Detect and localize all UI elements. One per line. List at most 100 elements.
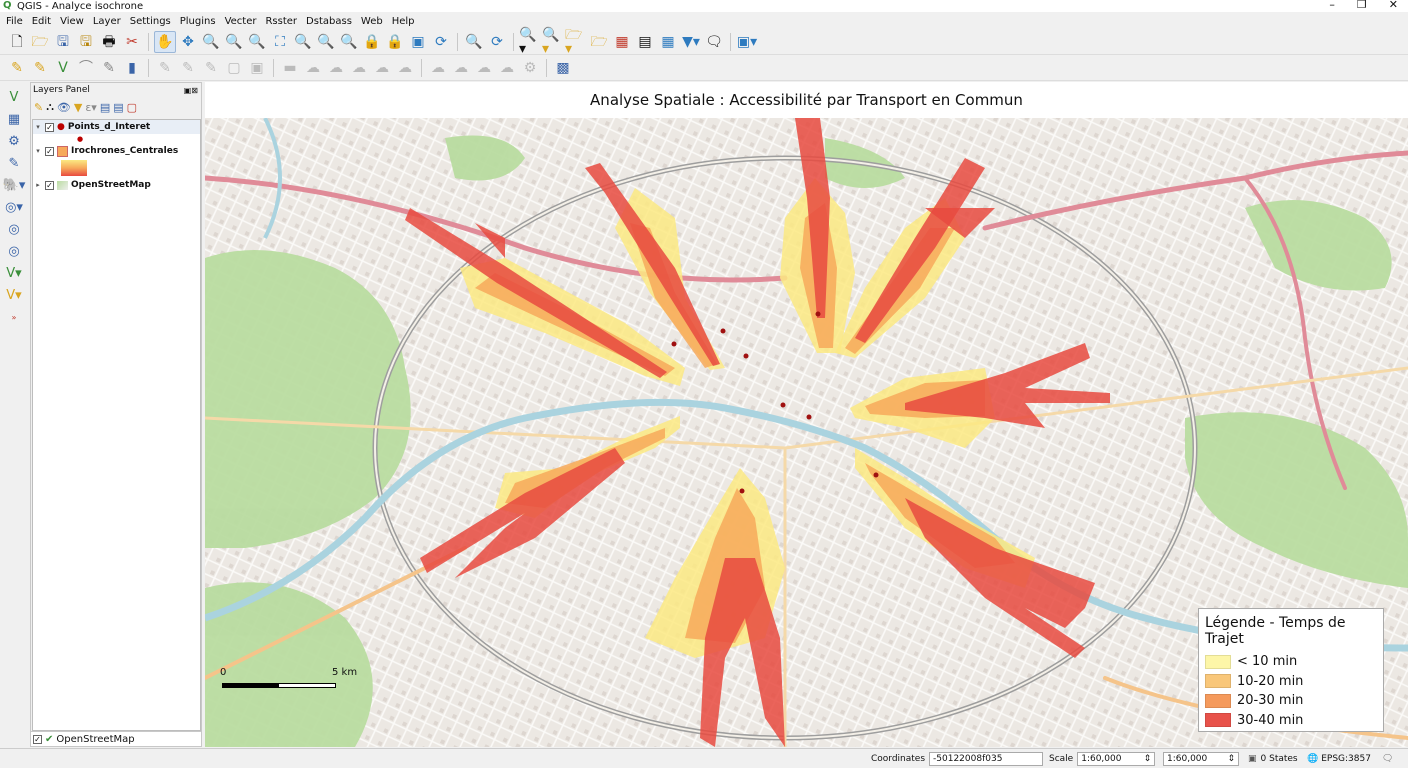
bottom-layer-tab[interactable]: ✓ ✔ OpenStreetMap bbox=[31, 731, 201, 746]
menu-help[interactable]: Help bbox=[392, 16, 415, 27]
edit-layer-icon[interactable]: ✎ bbox=[6, 57, 28, 79]
zoom-out-icon[interactable]: 🔍 bbox=[223, 31, 245, 53]
layer-visibility-checkbox[interactable]: ✓ bbox=[45, 146, 54, 156]
deselect-icon[interactable]: 🗁▾ bbox=[565, 28, 587, 56]
style-layer-icon[interactable]: ✎ bbox=[34, 101, 43, 114]
label-tool-icon[interactable]: ☁ bbox=[371, 57, 393, 79]
zoom-full-icon[interactable]: ⛶ bbox=[269, 31, 291, 53]
zoom-rubberband-icon[interactable]: 🔍 bbox=[246, 31, 268, 53]
expand-arrow-icon[interactable]: ▾ bbox=[33, 147, 43, 155]
lock-icon[interactable]: ▣ bbox=[1248, 754, 1257, 764]
layer-row-isochrones[interactable]: ▾ ✓ Irochrones_Centrales bbox=[33, 144, 200, 158]
spin-icon[interactable]: ⇕ bbox=[1144, 754, 1152, 764]
annotation-icon[interactable]: 🗨 bbox=[703, 31, 725, 53]
new-project-icon[interactable]: 🗋 bbox=[6, 31, 28, 53]
filter-expression-icon[interactable]: ε▾ bbox=[85, 101, 96, 114]
filter-icon[interactable]: ▼▾ bbox=[680, 31, 702, 53]
save-as-icon[interactable]: 🖫 bbox=[75, 31, 97, 53]
save-project-icon[interactable]: 🖫 bbox=[52, 31, 74, 53]
open-project-icon[interactable]: 🗁 bbox=[29, 31, 51, 53]
print-layout-icon[interactable]: 🖶 bbox=[98, 31, 120, 53]
expand-arrow-icon[interactable]: ▸ bbox=[33, 181, 43, 189]
crs-label[interactable]: EPSG:3857 bbox=[1321, 754, 1371, 764]
label-change-icon[interactable]: ☁ bbox=[450, 57, 472, 79]
zoom-next-icon[interactable]: 🔒 bbox=[384, 31, 406, 53]
crs-group[interactable]: 🌐 EPSG:3857 bbox=[1307, 752, 1371, 766]
messages-icon[interactable]: 🗨 bbox=[1382, 754, 1393, 764]
move-feature-icon[interactable]: ✎ bbox=[154, 57, 176, 79]
rotate-feature-icon[interactable]: ✎ bbox=[177, 57, 199, 79]
collapse-all-icon[interactable]: ▤ bbox=[113, 101, 123, 114]
close-button[interactable]: ✕ bbox=[1389, 0, 1398, 11]
menu-edit[interactable]: Edit bbox=[32, 16, 51, 27]
menu-vector[interactable]: Vecter bbox=[225, 16, 257, 27]
map-canvas[interactable]: Analyse Spatiale : Accessibilité par Tra… bbox=[205, 82, 1408, 747]
zoom-last-icon[interactable]: 🔒 bbox=[361, 31, 383, 53]
magnifier-field[interactable]: 1:60,000 ⇕ bbox=[1163, 752, 1239, 766]
refresh-alt-icon[interactable]: ⟳ bbox=[486, 31, 508, 53]
paste-features-icon[interactable]: ☁ bbox=[302, 57, 324, 79]
panel-float-close-icon[interactable]: ▣⊠ bbox=[184, 86, 198, 95]
add-postgis-icon[interactable]: 🐘▾ bbox=[2, 176, 26, 195]
layer-visibility-checkbox[interactable]: ✓ bbox=[45, 180, 54, 190]
style-manager-icon[interactable]: ✂ bbox=[121, 31, 143, 53]
label-rotate-icon[interactable]: ☁ bbox=[427, 57, 449, 79]
zoom-native-icon[interactable]: 🔍 bbox=[338, 31, 360, 53]
menu-file[interactable]: File bbox=[6, 16, 23, 27]
new-layer-icon[interactable]: V▾ bbox=[2, 286, 26, 305]
add-wms-icon[interactable]: ◎ bbox=[2, 220, 26, 239]
add-vector-layer-icon[interactable]: V bbox=[2, 88, 26, 107]
spin-icon[interactable]: ⇕ bbox=[1227, 754, 1235, 764]
layer-row-osm[interactable]: ▸ ✓ OpenStreetMap bbox=[33, 178, 200, 192]
pan-map-icon[interactable]: ✋ bbox=[154, 31, 176, 53]
add-delimited-text-icon[interactable]: ✎ bbox=[2, 154, 26, 173]
vertex-tool-icon[interactable]: ✎ bbox=[98, 57, 120, 79]
open-table-icon[interactable]: 🗁 bbox=[588, 31, 610, 53]
add-wcs-icon[interactable]: V▾ bbox=[2, 264, 26, 283]
add-raster-layer-icon[interactable]: ▦ bbox=[2, 110, 26, 129]
filter-legend-icon[interactable]: ▼ bbox=[74, 101, 82, 114]
pan-to-selection-icon[interactable]: ✥ bbox=[177, 31, 199, 53]
attribute-table-icon[interactable]: ▦ bbox=[657, 31, 679, 53]
layer-icon[interactable]: ▮ bbox=[121, 57, 143, 79]
scale-combobox[interactable]: 1:60,000 ⇕ bbox=[1077, 752, 1156, 766]
manage-map-themes-icon[interactable]: 👁 bbox=[57, 101, 71, 114]
label-move-icon[interactable]: ☁ bbox=[394, 57, 416, 79]
map-tips-icon[interactable]: ▣▾ bbox=[736, 31, 758, 53]
globe-icon[interactable]: 🌐 bbox=[1307, 754, 1318, 764]
menu-plugins[interactable]: Plugins bbox=[180, 16, 216, 27]
new-map-view-icon[interactable]: ▣ bbox=[407, 31, 429, 53]
select-features-icon[interactable]: 🔍▾ bbox=[542, 28, 564, 56]
digitize-icon[interactable]: V bbox=[52, 57, 74, 79]
calculator-icon[interactable]: ▦ bbox=[611, 31, 633, 53]
layer-row-points[interactable]: ▾ ✓ ● Points_d_Interet bbox=[33, 120, 200, 134]
label-pin-icon[interactable]: ☁ bbox=[473, 57, 495, 79]
cut-features-icon[interactable]: ▣ bbox=[246, 57, 268, 79]
menu-database[interactable]: Dstabass bbox=[306, 16, 352, 27]
add-wfs-icon[interactable]: ◎ bbox=[2, 242, 26, 261]
expand-arrow-icon[interactable]: ▾ bbox=[33, 123, 43, 131]
menu-view[interactable]: View bbox=[60, 16, 84, 27]
zoom-layer-icon[interactable]: 🔍 bbox=[315, 31, 337, 53]
minimize-button[interactable]: – bbox=[1329, 0, 1335, 11]
zoom-in-icon[interactable]: 🔍 bbox=[200, 31, 222, 53]
diagram-icon[interactable]: ⚙ bbox=[519, 57, 541, 79]
messages-group[interactable]: 🗨 bbox=[1382, 752, 1393, 766]
menu-settings[interactable]: Settings bbox=[130, 16, 171, 27]
label-show-icon[interactable]: ☁ bbox=[496, 57, 518, 79]
undo-icon[interactable]: ☁ bbox=[325, 57, 347, 79]
expand-all-icon[interactable]: ▤ bbox=[100, 101, 110, 114]
remove-layer-icon[interactable]: ▢ bbox=[127, 101, 137, 114]
identify-icon[interactable]: 🔍 bbox=[463, 31, 485, 53]
add-spatialite-icon[interactable]: ◎▾ bbox=[2, 198, 26, 217]
refresh-icon[interactable]: ⟳ bbox=[430, 31, 452, 53]
bottom-layer-checkbox[interactable]: ✓ bbox=[33, 734, 42, 744]
add-group-icon[interactable]: ⛬ bbox=[46, 100, 54, 114]
coordinates-field[interactable]: -50122008f035 bbox=[929, 752, 1044, 766]
scale-feature-icon[interactable]: ✎ bbox=[200, 57, 222, 79]
toggle-editing-icon[interactable]: ✎ bbox=[29, 57, 51, 79]
add-mesh-layer-icon[interactable]: ⚙ bbox=[2, 132, 26, 151]
menu-raster[interactable]: Rsster bbox=[265, 16, 297, 27]
zoom-selection-icon[interactable]: 🔍 bbox=[292, 31, 314, 53]
menu-web[interactable]: Web bbox=[361, 16, 383, 27]
